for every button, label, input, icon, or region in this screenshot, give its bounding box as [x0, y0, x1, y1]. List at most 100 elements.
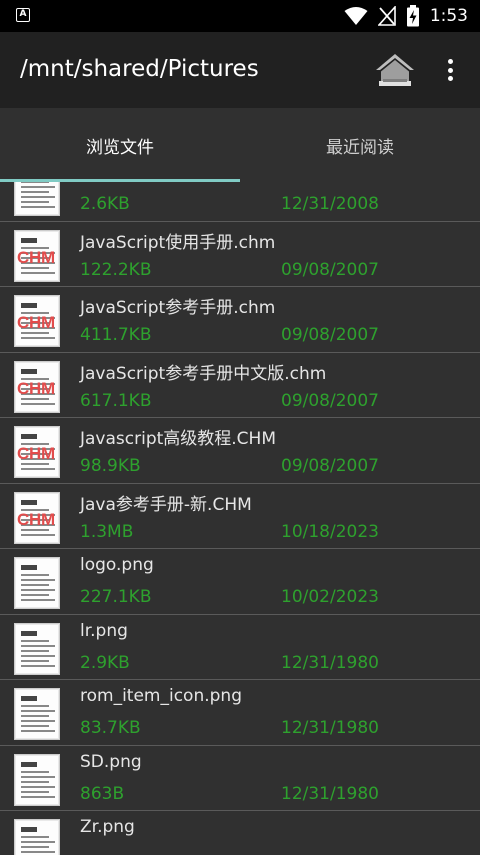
thumb-heading: [21, 237, 37, 243]
file-size: 227.1KB: [80, 587, 152, 607]
chm-badge: CHM: [17, 378, 55, 398]
file-row[interactable]: Zr.png: [0, 811, 480, 855]
thumb-heading: [21, 761, 37, 767]
file-date: 09/08/2007: [281, 390, 379, 411]
more-vert-icon[interactable]: [440, 54, 460, 86]
signal-off-icon: [377, 6, 396, 26]
file-row[interactable]: logo.png 227.1KB 10/02/2023: [0, 549, 480, 615]
document-icon: CHM: [14, 491, 60, 544]
thumb-line: [21, 780, 49, 783]
thumb-line: [21, 186, 55, 188]
file-name: JavaScript参考手册.chm: [80, 298, 276, 318]
thumb-line: [21, 182, 49, 183]
file-name: SD.png: [80, 751, 142, 772]
thumb-line: [21, 579, 55, 581]
chm-badge: CHM: [17, 247, 55, 267]
tab-recent-reading[interactable]: 最近阅读: [240, 108, 480, 182]
file-size: 2.6KB: [80, 194, 130, 214]
file-size: 863B: [80, 783, 125, 804]
file-date: 09/08/2007: [281, 259, 379, 280]
file-size: 98.9KB: [80, 456, 141, 476]
file-date: 12/31/1980: [281, 718, 379, 738]
home-icon: [376, 54, 414, 86]
thumb-line: [21, 584, 49, 586]
file-row[interactable]: CHM JavaScript参考手册中文版.chm 617.1KB 09/08/200…: [0, 353, 480, 418]
file-size: 411.7KB: [80, 325, 152, 345]
thumb-line: [21, 589, 55, 591]
thumb-line: [21, 785, 55, 788]
file-row[interactable]: SD.png 863B 12/31/1980: [0, 746, 480, 811]
thumb-line: [21, 715, 49, 717]
thumb-heading: [21, 434, 37, 439]
thumb-line: [21, 206, 55, 208]
thumb-line: [21, 841, 55, 843]
file-name: rom_item_icon.png: [80, 686, 242, 706]
file-date: 10/18/2023: [281, 521, 379, 542]
thumb-line: [21, 574, 49, 576]
thumb-line: [21, 710, 55, 712]
thumb-line: [21, 659, 49, 662]
file-row[interactable]: 2.6KB 12/31/2008: [0, 182, 480, 222]
document-icon: [14, 182, 60, 216]
chm-badge: CHM: [17, 313, 55, 332]
home-button[interactable]: [374, 52, 416, 90]
thumb-line: [21, 770, 49, 773]
document-icon: CHM: [14, 360, 60, 413]
file-date: 09/08/2007: [281, 456, 379, 476]
thumb-line: [21, 196, 55, 198]
thumb-heading: [21, 303, 37, 308]
thumb-line: [21, 795, 55, 798]
thumb-heading: [21, 499, 37, 505]
thumb-line: [21, 599, 55, 601]
thumb-line: [21, 271, 55, 274]
file-name: Zr.png: [80, 817, 135, 837]
status-time: 1:53: [429, 6, 468, 26]
thumb-line: [21, 654, 55, 657]
status-bar: A 1:53: [0, 0, 480, 32]
file-row[interactable]: CHM JavaScript参考手册.chm 411.7KB 09/08/2007: [0, 287, 480, 353]
thumb-line: [21, 836, 49, 838]
thumb-heading: [21, 827, 37, 832]
file-size: 2.9KB: [80, 652, 130, 673]
thumb-line: [21, 664, 55, 667]
file-date: 09/08/2007: [281, 325, 379, 345]
thumb-heading: [21, 368, 37, 374]
file-list[interactable]: 2.6KB 12/31/2008 CHM JavaScript使用手册.chm 122.…: [0, 182, 480, 855]
thumb-heading: [21, 696, 37, 701]
thumb-line: [21, 639, 49, 642]
thumb-line: [21, 337, 55, 339]
document-icon: CHM: [14, 295, 60, 347]
thumb-line: [21, 730, 55, 732]
file-size: 83.7KB: [80, 718, 141, 738]
file-row[interactable]: CHM Java参考手册-新.CHM 1.3MB 10/18/2023: [0, 484, 480, 549]
file-name: Java参考手册-新.CHM: [80, 494, 252, 515]
thumb-line: [21, 594, 49, 596]
thumb-line: [21, 705, 49, 707]
document-icon: [14, 622, 60, 675]
thumb-line: [21, 790, 49, 793]
document-icon: [14, 819, 60, 855]
current-path-title: /mnt/shared/Pictures: [20, 56, 259, 82]
file-date: 12/31/1980: [281, 652, 379, 673]
document-icon: [14, 557, 60, 609]
document-icon: CHM: [14, 426, 60, 478]
thumb-line: [21, 402, 55, 405]
file-name: lr.png: [80, 620, 128, 641]
chm-badge: CHM: [17, 444, 55, 463]
dot: [447, 59, 453, 64]
document-icon: [14, 753, 60, 806]
thumb-line: [21, 851, 55, 853]
file-row[interactable]: lr.png 2.9KB 12/31/1980: [0, 615, 480, 680]
thumb-line: [21, 533, 55, 536]
file-row[interactable]: CHM JavaScript使用手册.chm 122.2KB 09/08/2007: [0, 222, 480, 287]
dot: [447, 67, 453, 73]
file-name: JavaScript使用手册.chm: [80, 232, 276, 253]
file-size: 617.1KB: [80, 390, 152, 411]
file-row[interactable]: rom_item_icon.png 83.7KB 12/31/1980: [0, 680, 480, 746]
thumb-line: [21, 720, 55, 722]
document-icon: CHM: [14, 229, 60, 282]
file-row[interactable]: CHM Javascript高级教程.CHM 98.9KB 09/08/2007: [0, 418, 480, 484]
tab-browse-files[interactable]: 浏览文件: [0, 108, 240, 182]
thumb-line: [21, 644, 55, 647]
dot: [447, 76, 453, 81]
